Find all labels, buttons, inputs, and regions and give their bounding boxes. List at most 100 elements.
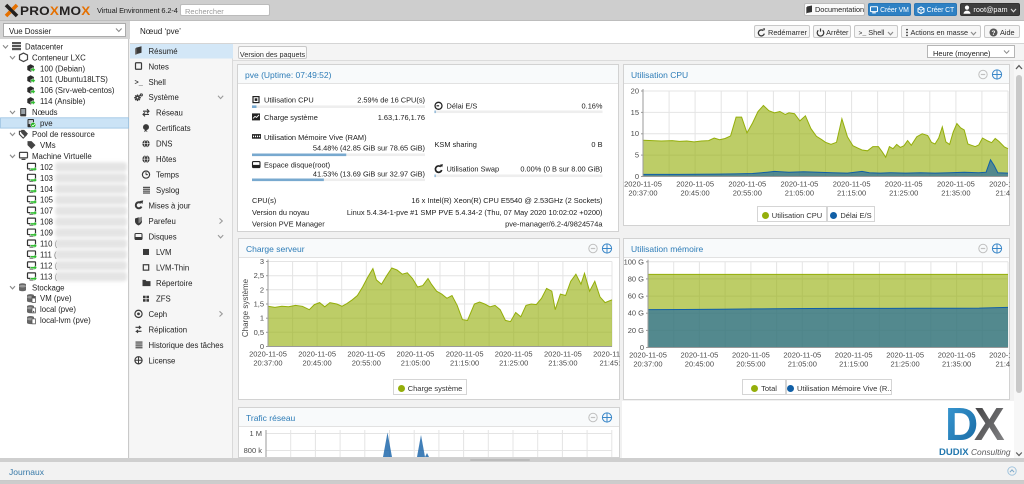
svg-text:106 (Srv-web-centos): 106 (Srv-web-centos) bbox=[40, 86, 115, 95]
svg-text:2020-11-05: 2020-11-05 bbox=[495, 350, 533, 359]
svg-text:100 (Debian): 100 (Debian) bbox=[40, 64, 85, 73]
svg-text:21:15:00: 21:15:00 bbox=[450, 359, 479, 368]
svg-text:Charge système: Charge système bbox=[264, 113, 318, 122]
svg-text:20:45:00: 20:45:00 bbox=[302, 359, 331, 368]
svg-text:20:37:00: 20:37:00 bbox=[253, 359, 282, 368]
svg-text:CPU(s): CPU(s) bbox=[252, 196, 276, 205]
svg-text:Shell: Shell bbox=[149, 78, 167, 87]
svg-text:1 M: 1 M bbox=[249, 429, 262, 438]
svg-text:101 (Ubuntu18LTS): 101 (Ubuntu18LTS) bbox=[40, 75, 108, 84]
svg-text:Réplication: Réplication bbox=[149, 325, 188, 334]
svg-text:2020-11-05: 2020-11-05 bbox=[446, 350, 484, 359]
svg-text:2020-11-05: 2020-11-05 bbox=[624, 180, 662, 189]
svg-text:Espace disque(root): Espace disque(root) bbox=[264, 160, 330, 169]
svg-text:107: 107 bbox=[40, 207, 53, 216]
svg-text:20:45:00: 20:45:00 bbox=[680, 189, 709, 198]
svg-text:Version PVE Manager: Version PVE Manager bbox=[252, 220, 325, 229]
svg-text:Résumé: Résumé bbox=[149, 47, 178, 56]
svg-text:Pool de ressource: Pool de ressource bbox=[32, 130, 95, 139]
svg-text:VM (pve): VM (pve) bbox=[40, 294, 72, 303]
svg-text:Ceph: Ceph bbox=[149, 310, 168, 319]
svg-text:LVM-Thin: LVM-Thin bbox=[156, 264, 189, 273]
svg-text:0 B: 0 B bbox=[591, 140, 602, 149]
svg-text:Certificats: Certificats bbox=[156, 124, 191, 133]
svg-text:Stockage: Stockage bbox=[32, 283, 65, 292]
svg-text:2020-11-05: 2020-11-05 bbox=[886, 351, 924, 360]
svg-text:2020-11-05: 2020-11-05 bbox=[938, 351, 976, 360]
svg-text:ZFS: ZFS bbox=[156, 294, 171, 303]
svg-text:0.16%: 0.16% bbox=[582, 102, 603, 111]
svg-text:3: 3 bbox=[260, 257, 264, 266]
svg-text:Délai E/S: Délai E/S bbox=[447, 102, 478, 111]
svg-text:Linux 5.4.34-1-pve #1 SMP PVE: Linux 5.4.34-1-pve #1 SMP PVE 5.4.34-2 (… bbox=[347, 208, 603, 217]
svg-text:54.48% (42.85 GiB sur 78.65 Gi: 54.48% (42.85 GiB sur 78.65 GiB) bbox=[313, 144, 425, 153]
svg-text:1: 1 bbox=[260, 314, 264, 323]
svg-text:Historique des tâches: Historique des tâches bbox=[149, 341, 224, 350]
svg-text:21:35:00: 21:35:00 bbox=[941, 189, 970, 198]
svg-text:2020-11-05: 2020-11-05 bbox=[680, 351, 718, 360]
svg-text:80 G: 80 G bbox=[628, 274, 644, 283]
svg-text:License: License bbox=[149, 356, 176, 365]
svg-text:Utilisation Mémoire Vive (RAM): Utilisation Mémoire Vive (RAM) bbox=[264, 133, 367, 142]
svg-text:KSM sharing: KSM sharing bbox=[435, 140, 477, 149]
svg-text:20:37:00: 20:37:00 bbox=[633, 360, 662, 369]
svg-text:2020-11-05: 2020-11-05 bbox=[937, 180, 975, 189]
svg-text:Notes: Notes bbox=[149, 62, 169, 71]
svg-text:16 x Intel(R) Xeon(R) CPU E554: 16 x Intel(R) Xeon(R) CPU E5540 @ 2.53GH… bbox=[411, 196, 602, 205]
svg-text:109: 109 bbox=[40, 229, 53, 238]
svg-text:2020-11-05: 2020-11-05 bbox=[728, 180, 766, 189]
svg-text:1.63,1.76,1.76: 1.63,1.76,1.76 bbox=[378, 113, 425, 122]
svg-text:20:45:00: 20:45:00 bbox=[685, 360, 714, 369]
svg-text:DUDIX: DUDIX bbox=[939, 447, 969, 458]
svg-text:100 G: 100 G bbox=[624, 257, 645, 266]
svg-text:Nœuds: Nœuds bbox=[32, 108, 58, 117]
svg-text:110 (: 110 ( bbox=[40, 240, 58, 249]
svg-text:Datacenter: Datacenter bbox=[25, 42, 64, 51]
svg-text:10: 10 bbox=[631, 129, 639, 138]
svg-text:15: 15 bbox=[631, 108, 639, 117]
svg-text:Conteneur LXC: Conteneur LXC bbox=[32, 53, 86, 62]
svg-text:2020-11-05: 2020-11-05 bbox=[396, 350, 434, 359]
svg-text:21:45:0: 21:45:0 bbox=[995, 189, 1010, 198]
svg-text:2020-11-05: 2020-11-05 bbox=[732, 351, 770, 360]
svg-text:2020-11-05: 2020-11-05 bbox=[593, 350, 620, 359]
svg-text:2020-11-05: 2020-11-05 bbox=[249, 350, 287, 359]
svg-text:21:05:00: 21:05:00 bbox=[401, 359, 430, 368]
svg-text:5: 5 bbox=[635, 151, 639, 160]
svg-text:103: 103 bbox=[40, 174, 53, 183]
svg-text:1,5: 1,5 bbox=[254, 300, 264, 309]
svg-text:VMs: VMs bbox=[40, 141, 56, 150]
svg-text:20:55:00: 20:55:00 bbox=[733, 189, 762, 198]
svg-text:Parefeu: Parefeu bbox=[149, 217, 176, 226]
svg-text:105: 105 bbox=[40, 196, 54, 205]
svg-text:21:45:0: 21:45:0 bbox=[599, 359, 620, 368]
svg-text:2,5: 2,5 bbox=[254, 271, 264, 280]
svg-text:40 G: 40 G bbox=[628, 309, 644, 318]
svg-text:2020-11-05: 2020-11-05 bbox=[835, 351, 873, 360]
svg-text:111 (: 111 ( bbox=[40, 250, 57, 259]
svg-text:41.53% (13.69 GiB sur 32.97 Gi: 41.53% (13.69 GiB sur 32.97 GiB) bbox=[313, 170, 425, 179]
svg-text:>_: >_ bbox=[135, 79, 144, 87]
svg-text:60 G: 60 G bbox=[628, 292, 644, 301]
svg-text:X: X bbox=[974, 403, 1005, 450]
svg-text:2020-11-05: 2020-11-05 bbox=[833, 180, 871, 189]
svg-text:21:05:00: 21:05:00 bbox=[785, 189, 814, 198]
svg-text:local-lvm (pve): local-lvm (pve) bbox=[40, 316, 91, 325]
svg-text:2020-11-05: 2020-11-05 bbox=[347, 350, 385, 359]
svg-text:114 (Ansible): 114 (Ansible) bbox=[40, 97, 86, 106]
svg-text:21:05:00: 21:05:00 bbox=[788, 360, 817, 369]
svg-text:104: 104 bbox=[40, 185, 54, 194]
svg-text:2020-11-05: 2020-11-05 bbox=[544, 350, 582, 359]
svg-text:Charge système: Charge système bbox=[241, 278, 250, 337]
svg-text:20: 20 bbox=[631, 87, 639, 96]
svg-text:LVM: LVM bbox=[156, 248, 171, 257]
svg-text:Utilisation CPU: Utilisation CPU bbox=[264, 96, 314, 105]
svg-text:108: 108 bbox=[40, 218, 53, 227]
svg-text:pve: pve bbox=[40, 119, 53, 128]
svg-text:DNS: DNS bbox=[156, 140, 172, 149]
svg-text:?: ? bbox=[992, 30, 996, 37]
svg-text:2.59% de 16 CPU(s): 2.59% de 16 CPU(s) bbox=[357, 96, 425, 105]
svg-text:21:35:00: 21:35:00 bbox=[548, 359, 577, 368]
svg-text:21:15:00: 21:15:00 bbox=[837, 189, 866, 198]
svg-text:pve-manager/6.2-4/9824574a: pve-manager/6.2-4/9824574a bbox=[505, 220, 603, 229]
